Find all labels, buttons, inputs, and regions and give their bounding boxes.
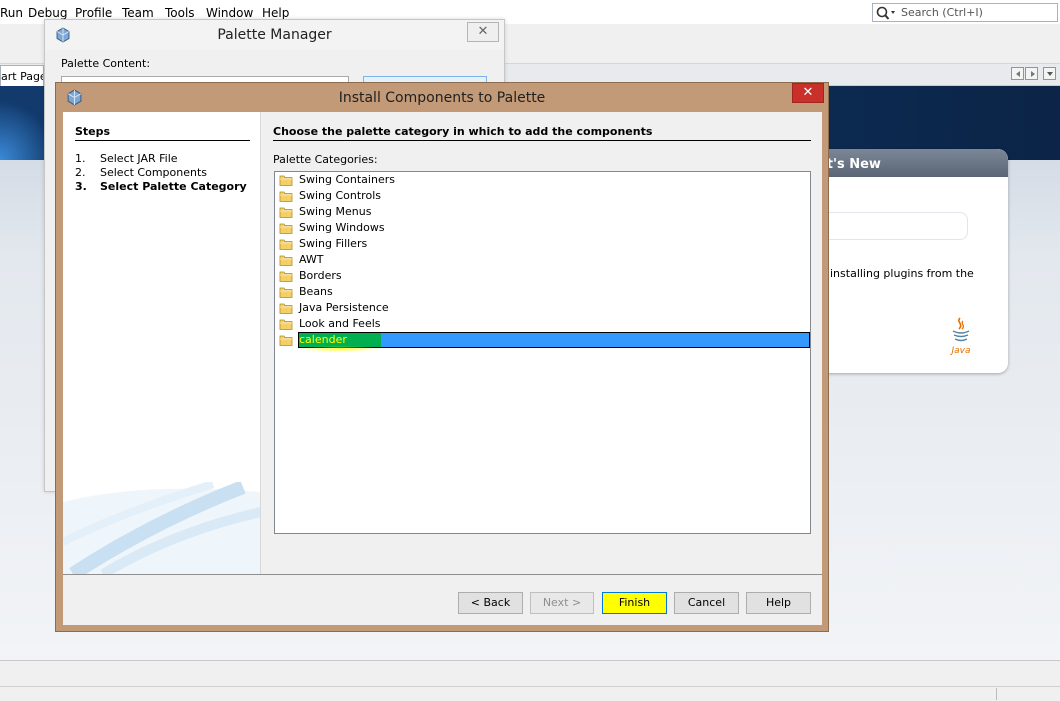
step-label: Select Palette Category bbox=[100, 180, 247, 193]
whats-new-field bbox=[818, 212, 968, 240]
wizard-swoosh-decoration bbox=[63, 482, 260, 574]
dialog-title: Install Components to Palette bbox=[338, 90, 546, 106]
java-logo-text: Java bbox=[949, 346, 970, 356]
search-input[interactable]: Search (Ctrl+I) bbox=[872, 3, 1058, 22]
list-item[interactable]: Look and Feels bbox=[275, 316, 810, 332]
back-button[interactable]: < Back bbox=[458, 592, 523, 614]
palette-manager-title: Palette Manager bbox=[217, 27, 332, 43]
folder-icon bbox=[279, 255, 293, 266]
wizard-steps-panel: Steps 1. Select JAR File 2. Select Compone… bbox=[63, 112, 261, 574]
category-label: Borders bbox=[299, 269, 342, 282]
whats-new-text[interactable]: installing plugins from the bbox=[830, 267, 974, 280]
category-label: calender bbox=[299, 333, 347, 346]
search-placeholder: Search (Ctrl+I) bbox=[901, 6, 983, 19]
category-label: Java Persistence bbox=[299, 301, 389, 314]
tab-scroll-right-icon[interactable] bbox=[1025, 67, 1038, 80]
step-label: Select JAR File bbox=[100, 152, 178, 165]
folder-icon bbox=[279, 191, 293, 202]
java-logo-icon: Java bbox=[949, 317, 971, 356]
status-bar-divider bbox=[0, 686, 1060, 687]
step-number: 2. bbox=[75, 166, 86, 179]
step-label: Select Components bbox=[100, 166, 208, 179]
category-label: Beans bbox=[299, 285, 333, 298]
list-item[interactable]: Java Persistence bbox=[275, 300, 810, 316]
whats-new-card: at's New installing plugins from the Jav… bbox=[812, 149, 1008, 373]
palette-content-label: Palette Content: bbox=[61, 57, 151, 70]
step-number: 3. bbox=[75, 180, 87, 193]
dialog-body: Steps 1. Select JAR File 2. Select Compone… bbox=[63, 112, 822, 625]
folder-icon bbox=[279, 223, 293, 234]
tab-start-page-label: art Page bbox=[1, 70, 44, 83]
status-bar bbox=[0, 660, 1060, 701]
list-item[interactable]: AWT bbox=[275, 252, 810, 268]
list-item[interactable]: Swing Fillers bbox=[275, 236, 810, 252]
folder-icon bbox=[279, 303, 293, 314]
menu-team[interactable]: Team bbox=[122, 6, 154, 20]
category-label: AWT bbox=[299, 253, 324, 266]
next-button[interactable]: Next > bbox=[530, 592, 594, 614]
menu-tools[interactable]: Tools bbox=[165, 6, 195, 20]
tab-start-page[interactable]: art Page bbox=[0, 65, 44, 86]
category-label: Swing Controls bbox=[299, 189, 381, 202]
category-label: Swing Menus bbox=[299, 205, 372, 218]
dialog-close-button[interactable]: ✕ bbox=[792, 83, 824, 103]
step-heading: Choose the palette category in which to … bbox=[273, 125, 653, 138]
list-item[interactable]: Swing Windows bbox=[275, 220, 810, 236]
tab-list-dropdown-icon[interactable] bbox=[1043, 67, 1056, 80]
category-label: Look and Feels bbox=[299, 317, 381, 330]
list-item[interactable]: Borders bbox=[275, 268, 810, 284]
dialog-footer-divider bbox=[63, 574, 822, 575]
list-item[interactable]: Swing Controls bbox=[275, 188, 810, 204]
steps-title: Steps bbox=[75, 125, 111, 138]
step-heading-divider bbox=[273, 140, 811, 141]
marker-glow bbox=[299, 346, 381, 352]
list-item[interactable]: Beans bbox=[275, 284, 810, 300]
whats-new-title: at's New bbox=[812, 149, 1008, 177]
help-button[interactable]: Help bbox=[746, 592, 811, 614]
list-item[interactable]: Swing Containers bbox=[275, 172, 810, 188]
menu-profile[interactable]: Profile bbox=[75, 6, 112, 20]
search-icon[interactable] bbox=[875, 5, 897, 21]
folder-icon bbox=[279, 207, 293, 218]
wizard-step-select-category: 3. Select Palette Category bbox=[75, 180, 247, 193]
folder-icon bbox=[279, 335, 293, 346]
step-number: 1. bbox=[75, 152, 86, 165]
palette-categories-list[interactable]: Swing Containers Swing Controls Swing Me… bbox=[274, 171, 811, 534]
install-components-dialog: Install Components to Palette ✕ Steps 1.… bbox=[55, 82, 829, 632]
wizard-step-select-components: 2. Select Components bbox=[75, 166, 207, 179]
status-bar-separator bbox=[996, 688, 997, 700]
wizard-step-select-jar: 1. Select JAR File bbox=[75, 152, 178, 165]
menu-window[interactable]: Window bbox=[206, 6, 253, 20]
cancel-button[interactable]: Cancel bbox=[674, 592, 739, 614]
menu-run[interactable]: Run bbox=[0, 6, 23, 20]
palette-manager-close-button[interactable]: ✕ bbox=[467, 22, 499, 42]
folder-icon bbox=[279, 287, 293, 298]
list-item[interactable]: Swing Menus bbox=[275, 204, 810, 220]
palette-manager-titlebar[interactable]: Palette Manager ✕ bbox=[45, 20, 504, 50]
list-item-selected[interactable]: calender bbox=[275, 332, 810, 352]
category-label: Swing Windows bbox=[299, 221, 385, 234]
folder-icon bbox=[279, 239, 293, 250]
palette-categories-label: Palette Categories: bbox=[273, 153, 378, 166]
menu-help[interactable]: Help bbox=[262, 6, 289, 20]
finish-button[interactable]: Finish bbox=[602, 592, 667, 614]
steps-divider bbox=[75, 140, 250, 141]
folder-icon bbox=[279, 319, 293, 330]
tab-scroll-left-icon[interactable] bbox=[1011, 67, 1024, 80]
category-label: Swing Containers bbox=[299, 173, 395, 186]
folder-icon bbox=[279, 175, 293, 186]
folder-icon bbox=[279, 271, 293, 282]
menu-debug[interactable]: Debug bbox=[28, 6, 67, 20]
category-label: Swing Fillers bbox=[299, 237, 368, 250]
